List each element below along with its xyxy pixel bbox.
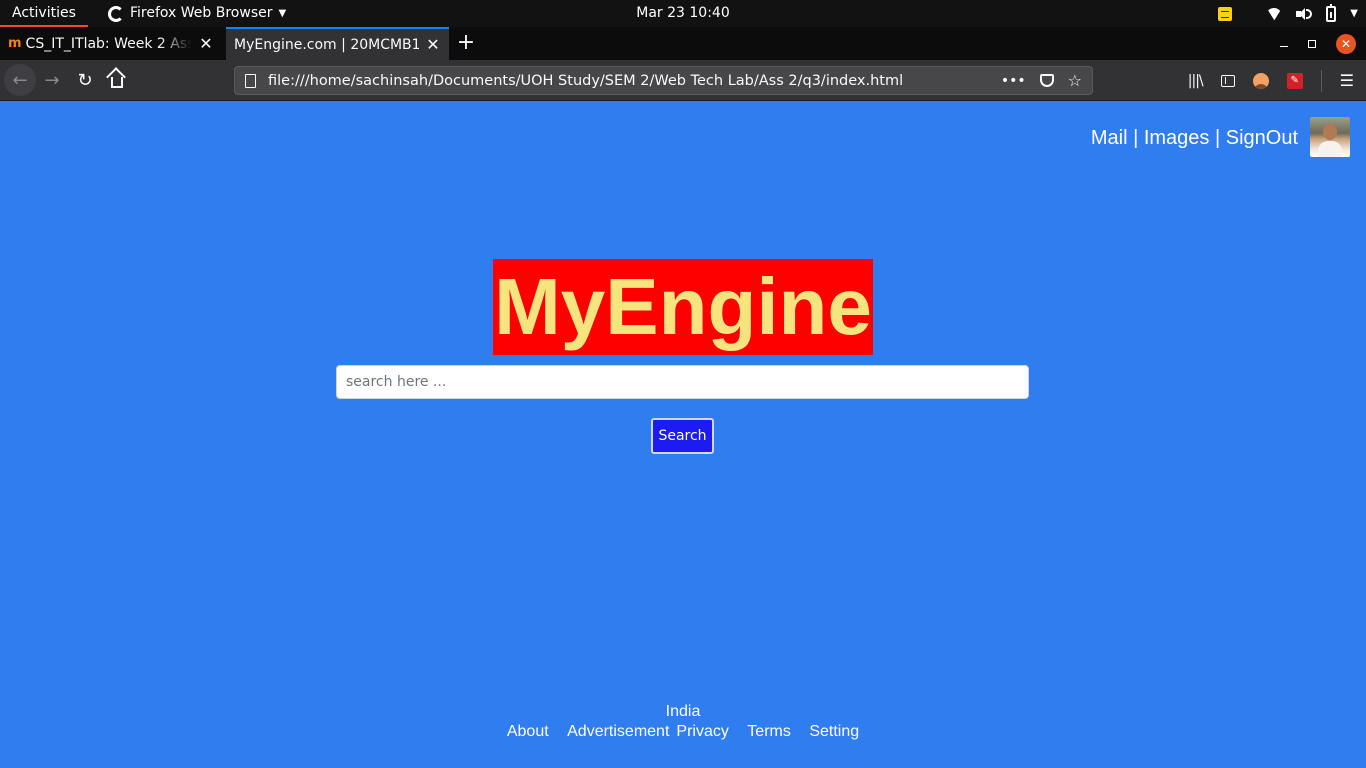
- reload-icon: ↻: [77, 69, 93, 91]
- forward-button[interactable]: →: [36, 64, 68, 96]
- wifi-icon: [1266, 8, 1282, 20]
- system-top-bar: Activities Firefox Web Browser ▼ Mar 23 …: [0, 0, 1366, 27]
- tab-strip: m CS_IT_ITlab: Week 2 Assignment ✕ MyEng…: [0, 27, 1366, 60]
- battery-icon: [1326, 3, 1337, 22]
- extension-icon[interactable]: ✎: [1286, 72, 1303, 89]
- signout-link[interactable]: SignOut: [1226, 127, 1298, 149]
- home-button[interactable]: [101, 64, 133, 96]
- volume-icon: [1296, 7, 1313, 21]
- images-link[interactable]: Images: [1144, 127, 1210, 149]
- moodle-icon: m: [8, 36, 22, 51]
- app-menu-label: Firefox Web Browser: [130, 5, 273, 21]
- chevron-down-icon: ▼: [278, 8, 287, 19]
- tab-title: MyEngine.com | 20MCMB15: [234, 36, 419, 53]
- activities-button[interactable]: Activities: [0, 0, 88, 27]
- reload-button[interactable]: ↻: [69, 64, 101, 96]
- url-actions: ••• ☆: [1001, 71, 1092, 90]
- close-tab-icon[interactable]: ✕: [425, 35, 441, 54]
- search-input[interactable]: [336, 365, 1029, 399]
- hamburger-menu-icon[interactable]: ☰: [1340, 71, 1354, 90]
- window-controls: ✕: [1280, 27, 1366, 60]
- footer-link-setting[interactable]: Setting: [809, 723, 859, 740]
- search-button[interactable]: Search: [651, 418, 714, 454]
- footer-link-privacy[interactable]: Privacy: [676, 723, 728, 740]
- more-actions-icon[interactable]: •••: [1001, 73, 1026, 89]
- tab-myengine[interactable]: MyEngine.com | 20MCMB15 ✕: [226, 27, 449, 60]
- home-icon: [111, 76, 123, 88]
- toolbar-right: |||\ ✎ ☰: [1188, 60, 1366, 101]
- tab-itlab[interactable]: m CS_IT_ITlab: Week 2 Assignment ✕: [0, 27, 222, 60]
- close-tab-icon[interactable]: ✕: [198, 34, 214, 53]
- page-icon: [245, 73, 256, 88]
- url-text[interactable]: file:///home/sachinsah/Documents/UOH Stu…: [268, 73, 1001, 89]
- pocket-icon[interactable]: [1039, 74, 1054, 87]
- footer-country: India: [665, 703, 701, 720]
- app-menu[interactable]: Firefox Web Browser ▼: [108, 0, 286, 27]
- footer-links: About Advertisement Privacy Terms Setting: [0, 722, 1366, 742]
- restore-icon[interactable]: [1308, 39, 1316, 48]
- system-tray[interactable]: ▼: [1218, 0, 1366, 27]
- arrow-left-icon: ←: [12, 69, 28, 91]
- firefox-icon: [108, 5, 124, 22]
- site-logo: MyEngine: [493, 259, 873, 355]
- minimize-icon[interactable]: [1280, 46, 1288, 47]
- avatar[interactable]: [1310, 117, 1350, 157]
- library-icon[interactable]: |||\: [1188, 73, 1204, 89]
- link-separator: |: [1209, 127, 1226, 149]
- account-icon[interactable]: [1252, 72, 1269, 89]
- clock[interactable]: Mar 23 10:40: [636, 5, 729, 21]
- top-links: Mail | Images | SignOut: [1091, 126, 1298, 150]
- tab-title: CS_IT_ITlab: Week 2 Assignment: [25, 35, 192, 52]
- close-window-icon[interactable]: ✕: [1336, 33, 1356, 54]
- url-bar[interactable]: file:///home/sachinsah/Documents/UOH Stu…: [234, 66, 1093, 95]
- bookmark-star-icon[interactable]: ☆: [1068, 71, 1082, 90]
- link-separator: |: [1127, 127, 1144, 149]
- sidebar-icon[interactable]: [1220, 74, 1235, 87]
- footer-link-advertisement[interactable]: Advertisement: [567, 723, 669, 740]
- footer-link-about[interactable]: About: [507, 723, 549, 740]
- back-button[interactable]: ←: [4, 64, 36, 96]
- footer-link-terms[interactable]: Terms: [747, 723, 791, 740]
- mail-link[interactable]: Mail: [1091, 127, 1128, 149]
- chevron-down-icon: ▼: [1350, 8, 1358, 19]
- toolbar-divider: [1320, 69, 1322, 92]
- new-tab-button[interactable]: +: [456, 27, 476, 60]
- arrow-right-icon: →: [44, 69, 60, 91]
- web-page: Mail | Images | SignOut MyEngine Search …: [0, 101, 1366, 768]
- sticky-notes-icon[interactable]: [1218, 6, 1233, 21]
